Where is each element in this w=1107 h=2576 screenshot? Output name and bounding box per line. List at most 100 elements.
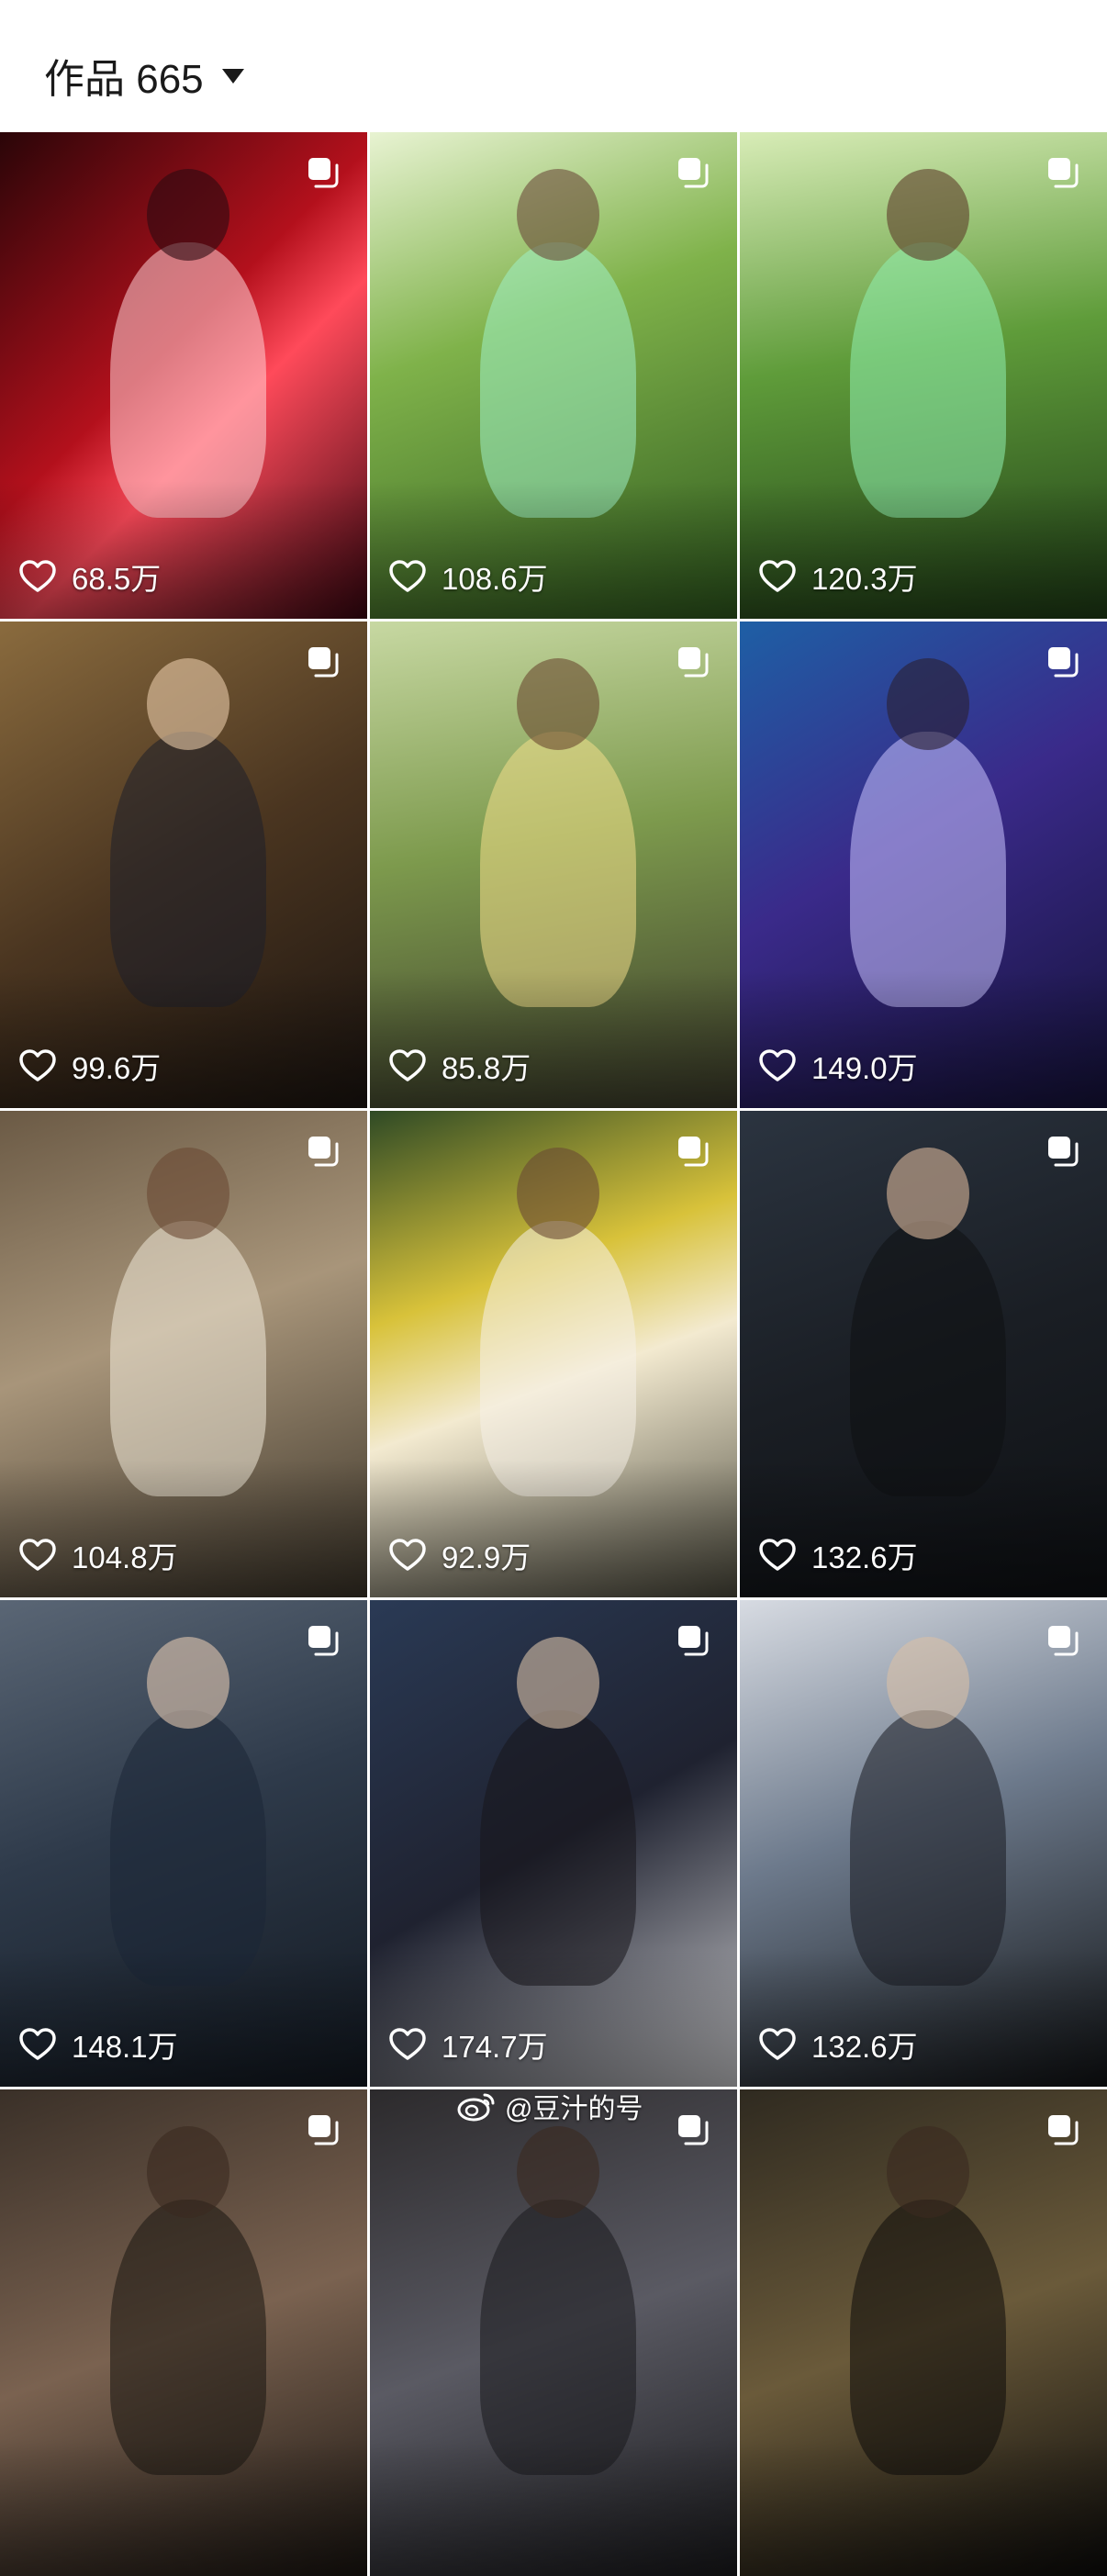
heart-icon [389,2028,426,2060]
heart-icon [19,560,56,592]
thumbnail-figure [850,1710,1006,1986]
multi-image-icon [308,647,339,678]
thumbnail-figure [850,2200,1006,2475]
heart-icon [389,560,426,592]
video-tile[interactable]: 120.3万 [740,132,1107,619]
thumbnail-gradient [370,970,737,1108]
video-tile[interactable]: 68.5万 [0,132,367,619]
multi-image-icon [1048,647,1079,678]
thumbnail-figure-head [517,169,599,261]
multi-image-icon [678,2115,709,2145]
works-grid: 68.5万 108.6万 120.3万 99.6万 85.8万 149.0万 104.8万 9… [0,132,1107,2576]
like-count: 68.5万 [18,556,161,597]
like-count-value: 68.5万 [72,562,162,596]
thumbnail-figure-head [147,169,229,261]
video-tile[interactable]: 148.1万 [0,1600,367,2087]
like-count: 85.8万 [388,1046,531,1086]
video-tile[interactable]: 149.0万 [740,622,1107,1108]
video-tile[interactable]: 108.6万 [370,132,737,619]
like-count-value: 99.6万 [72,1051,162,1085]
video-tile[interactable]: 132.6万 [740,1111,1107,1597]
like-count: 148.1万 [18,2024,178,2065]
thumbnail-gradient [0,970,367,1108]
video-tile[interactable]: 104.8万 [0,1111,367,1597]
like-count-value: 104.8万 [72,1540,178,1574]
like-count: 99.6万 [18,1046,161,1086]
heart-icon [19,2028,56,2060]
multi-image-icon [1048,2115,1079,2145]
like-count-value: 120.3万 [811,562,918,596]
thumbnail-figure-head [887,169,969,261]
multi-image-icon [308,2115,339,2145]
like-count-value: 148.1万 [72,2030,178,2064]
thumbnail-figure [110,732,266,1007]
works-filter-dropdown[interactable]: 作品 665 [44,51,244,102]
heart-icon [19,1539,56,1571]
multi-image-icon [678,1137,709,1167]
thumbnail-figure [480,732,636,1007]
multi-image-icon [678,647,709,678]
video-tile[interactable] [740,2089,1107,2576]
video-tile[interactable]: 132.6万 [740,1600,1107,2087]
multi-image-icon [678,158,709,188]
thumbnail-gradient [0,2438,367,2576]
like-count: 104.8万 [18,1535,178,1575]
thumbnail-figure [480,1221,636,1496]
thumbnail-gradient [740,1949,1107,2087]
thumbnail-figure [110,2200,266,2475]
like-count: 174.7万 [388,2024,548,2065]
heart-icon [19,1049,56,1081]
thumbnail-figure [110,242,266,518]
weibo-logo-icon [457,2093,495,2122]
like-count-value: 108.6万 [442,562,548,596]
like-count-value: 132.6万 [811,1540,918,1574]
thumbnail-gradient [740,2438,1107,2576]
thumbnail-figure [850,242,1006,518]
thumbnail-figure-head [887,2126,969,2218]
multi-image-icon [308,1137,339,1167]
heart-icon [759,1539,796,1571]
thumbnail-figure-head [147,1148,229,1239]
thumbnail-figure [850,1221,1006,1496]
watermark-text: @豆汁的号 [505,2094,643,2124]
multi-image-icon [678,1626,709,1656]
thumbnail-figure [110,1221,266,1496]
video-tile[interactable]: 174.7万 [370,1600,737,2087]
thumbnail-figure-head [887,1148,969,1239]
thumbnail-figure [110,1710,266,1986]
video-tile[interactable] [370,2089,737,2576]
watermark: @豆汁的号 [457,2086,643,2126]
heart-icon [759,560,796,592]
thumbnail-gradient [0,1949,367,2087]
thumbnail-gradient [740,1460,1107,1597]
thumbnail-figure [480,242,636,518]
multi-image-icon [1048,158,1079,188]
video-tile[interactable]: 92.9万 [370,1111,737,1597]
like-count-value: 92.9万 [442,1540,531,1574]
video-tile[interactable] [0,2089,367,2576]
thumbnail-gradient [370,1460,737,1597]
thumbnail-figure-head [517,1148,599,1239]
thumbnail-figure-head [517,658,599,750]
like-count-value: 174.7万 [442,2030,548,2064]
video-tile[interactable]: 85.8万 [370,622,737,1108]
thumbnail-gradient [0,1460,367,1597]
thumbnail-gradient [740,481,1107,619]
thumbnail-figure-head [147,2126,229,2218]
heart-icon [389,1539,426,1571]
heart-icon [759,1049,796,1081]
like-count-value: 149.0万 [811,1051,918,1085]
like-count: 149.0万 [758,1046,918,1086]
like-count-value: 85.8万 [442,1051,531,1085]
like-count: 120.3万 [758,556,918,597]
like-count: 132.6万 [758,1535,918,1575]
like-count-value: 132.6万 [811,2030,918,2064]
multi-image-icon [308,158,339,188]
dropdown-triangle-icon [221,69,244,84]
video-tile[interactable]: 99.6万 [0,622,367,1108]
multi-image-icon [1048,1626,1079,1656]
multi-image-icon [1048,1137,1079,1167]
thumbnail-gradient [370,481,737,619]
thumbnail-figure [480,2200,636,2475]
thumbnail-gradient [370,1949,737,2087]
